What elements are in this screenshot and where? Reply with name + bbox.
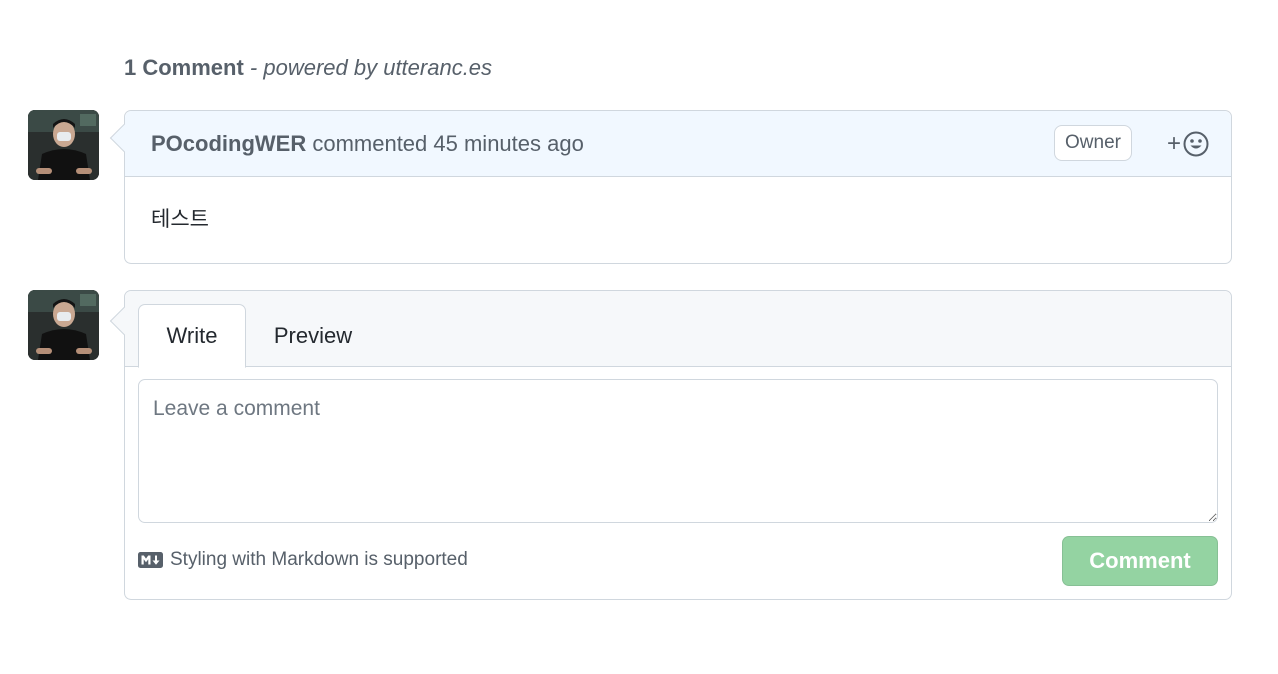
comment-author-link[interactable]: POcodingWER <box>151 131 306 156</box>
comment-count-header: 1 Comment - powered by utteranc.es <box>124 55 492 81</box>
smiley-icon <box>1183 131 1209 157</box>
comment-body: 테스트 <box>151 208 209 231</box>
tab-write[interactable]: Write <box>138 304 246 368</box>
owner-badge: Owner <box>1054 125 1132 161</box>
comment-card: POcodingWER commented 45 minutes ago Own… <box>109 110 1232 264</box>
reaction-plus-sign: + <box>1166 130 1181 157</box>
utterances-link[interactable]: utteranc.es <box>383 55 492 80</box>
comment-meta: POcodingWER commented 45 minutes ago <box>151 130 584 156</box>
powered-by-text: - powered by utteranc.es <box>243 55 493 80</box>
current-user-avatar[interactable] <box>28 290 99 360</box>
markdown-help-link[interactable]: Styling with Markdown is supported <box>138 549 468 571</box>
comment-header: POcodingWER commented 45 minutes ago Own… <box>125 111 1231 177</box>
submit-comment-button[interactable]: Comment <box>1062 536 1218 586</box>
markdown-hint-text: Styling with Markdown is supported <box>170 549 468 570</box>
comment-editor: Write Preview Styling with Markdown is s… <box>109 290 1232 600</box>
comment-textarea[interactable] <box>138 379 1218 523</box>
comment-count: 1 Comment <box>124 55 244 80</box>
add-reaction-button[interactable]: + <box>1159 127 1209 161</box>
comment-author-avatar[interactable] <box>28 110 99 180</box>
markdown-icon <box>138 552 163 568</box>
editor-tabbar: Write Preview <box>125 291 1231 368</box>
tab-preview[interactable]: Preview <box>261 304 365 367</box>
comment-timestamp-link[interactable]: 45 minutes ago <box>433 131 583 156</box>
